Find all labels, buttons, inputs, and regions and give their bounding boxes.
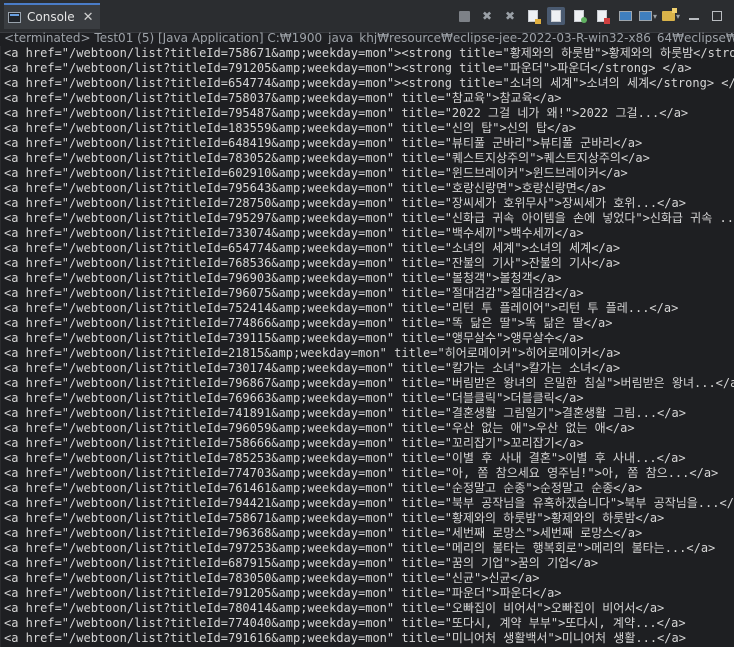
- console-line: <a href="/webtoon/list?titleId=761461&am…: [4, 481, 643, 495]
- console-line: <a href="/webtoon/list?titleId=795487&am…: [4, 106, 689, 120]
- show-stdout-icon[interactable]: [570, 7, 588, 25]
- show-stderr-icon[interactable]: [593, 7, 611, 25]
- console-line: <a href="/webtoon/list?titleId=602910&am…: [4, 166, 628, 180]
- console-line: <a href="/webtoon/list?titleId=791616&am…: [4, 631, 686, 645]
- console-line: <a href="/webtoon/list?titleId=783052&am…: [4, 151, 650, 165]
- console-line: <a href="/webtoon/list?titleId=797253&am…: [4, 541, 716, 555]
- console-line: <a href="/webtoon/list?titleId=687915&am…: [4, 556, 599, 570]
- console-tab[interactable]: Console ✕: [4, 3, 100, 29]
- word-wrap-icon[interactable]: [547, 7, 565, 25]
- console-line: <a href="/webtoon/list?titleId=780414&am…: [4, 601, 665, 615]
- display-console-icon[interactable]: ▾: [639, 7, 657, 25]
- console-line: <a href="/webtoon/list?titleId=768536&am…: [4, 256, 621, 270]
- console-line: <a href="/webtoon/list?titleId=796059&am…: [4, 421, 635, 435]
- console-line: <a href="/webtoon/list?titleId=758666&am…: [4, 436, 584, 450]
- pin-console-icon[interactable]: [616, 7, 634, 25]
- open-console-icon[interactable]: ▾: [662, 7, 680, 25]
- remove-launch-icon[interactable]: ✖: [478, 7, 496, 25]
- console-line: <a href="/webtoon/list?titleId=769663&am…: [4, 391, 584, 405]
- console-line: <a href="/webtoon/list?titleId=183559&am…: [4, 121, 576, 135]
- console-toolbar: ✖ ✖ ▾ ▾: [450, 6, 726, 26]
- console-line: <a href="/webtoon/list?titleId=752414&am…: [4, 301, 679, 315]
- remove-all-icon[interactable]: ✖: [501, 7, 519, 25]
- scroll-lock-icon[interactable]: [524, 7, 542, 25]
- console-line: <a href="/webtoon/list?titleId=796867&am…: [4, 376, 734, 390]
- console-line: <a href="/webtoon/list?titleId=791205&am…: [4, 61, 692, 75]
- console-line: <a href="/webtoon/list?titleId=741891&am…: [4, 406, 686, 420]
- console-line: <a href="/webtoon/list?titleId=648419&am…: [4, 136, 643, 150]
- console-line: <a href="/webtoon/list?titleId=728750&am…: [4, 196, 686, 210]
- console-line: <a href="/webtoon/list?titleId=795297&am…: [4, 211, 734, 225]
- console-icon: [8, 11, 21, 23]
- console-line: <a href="/webtoon/list?titleId=783050&am…: [4, 571, 540, 585]
- console-line: <a href="/webtoon/list?titleId=654774&am…: [4, 241, 621, 255]
- console-line: <a href="/webtoon/list?titleId=758037&am…: [4, 91, 562, 105]
- console-tab-label: Console: [27, 10, 75, 24]
- console-output[interactable]: <a href="/webtoon/list?titleId=758671&am…: [4, 46, 734, 647]
- console-line: <a href="/webtoon/list?titleId=774040&am…: [4, 616, 686, 630]
- left-edge-divider: [0, 46, 1, 647]
- console-line: <a href="/webtoon/list?titleId=654774&am…: [4, 76, 734, 90]
- console-line: <a href="/webtoon/list?titleId=794421&am…: [4, 496, 734, 510]
- console-line: <a href="/webtoon/list?titleId=739115&am…: [4, 331, 584, 345]
- console-line: <a href="/webtoon/list?titleId=796368&am…: [4, 526, 643, 540]
- console-line: <a href="/webtoon/list?titleId=730174&am…: [4, 361, 621, 375]
- terminate-icon[interactable]: [455, 7, 473, 25]
- console-line: <a href="/webtoon/list?titleId=791205&am…: [4, 586, 562, 600]
- minimize-icon[interactable]: [685, 7, 703, 25]
- console-line: <a href="/webtoon/list?titleId=774866&am…: [4, 316, 613, 330]
- close-icon[interactable]: ✕: [83, 11, 94, 24]
- console-line: <a href="/webtoon/list?titleId=785253&am…: [4, 451, 686, 465]
- console-line: <a href="/webtoon/list?titleId=796903&am…: [4, 271, 562, 285]
- console-line: <a href="/webtoon/list?titleId=796075&am…: [4, 286, 584, 300]
- console-line: <a href="/webtoon/list?titleId=733074&am…: [4, 226, 584, 240]
- maximize-icon[interactable]: [708, 7, 726, 25]
- console-line: <a href="/webtoon/list?titleId=21815&amp…: [4, 346, 621, 360]
- view-tab-bar: Console ✕ ✖ ✖ ▾ ▾: [0, 0, 734, 33]
- console-line: <a href="/webtoon/list?titleId=758671&am…: [4, 46, 734, 60]
- launch-status-line: <terminated> Test01 (5) [Java Applicatio…: [4, 32, 734, 44]
- console-line: <a href="/webtoon/list?titleId=774703&am…: [4, 466, 719, 480]
- console-line: <a href="/webtoon/list?titleId=795643&am…: [4, 181, 606, 195]
- console-line: <a href="/webtoon/list?titleId=758671&am…: [4, 511, 665, 525]
